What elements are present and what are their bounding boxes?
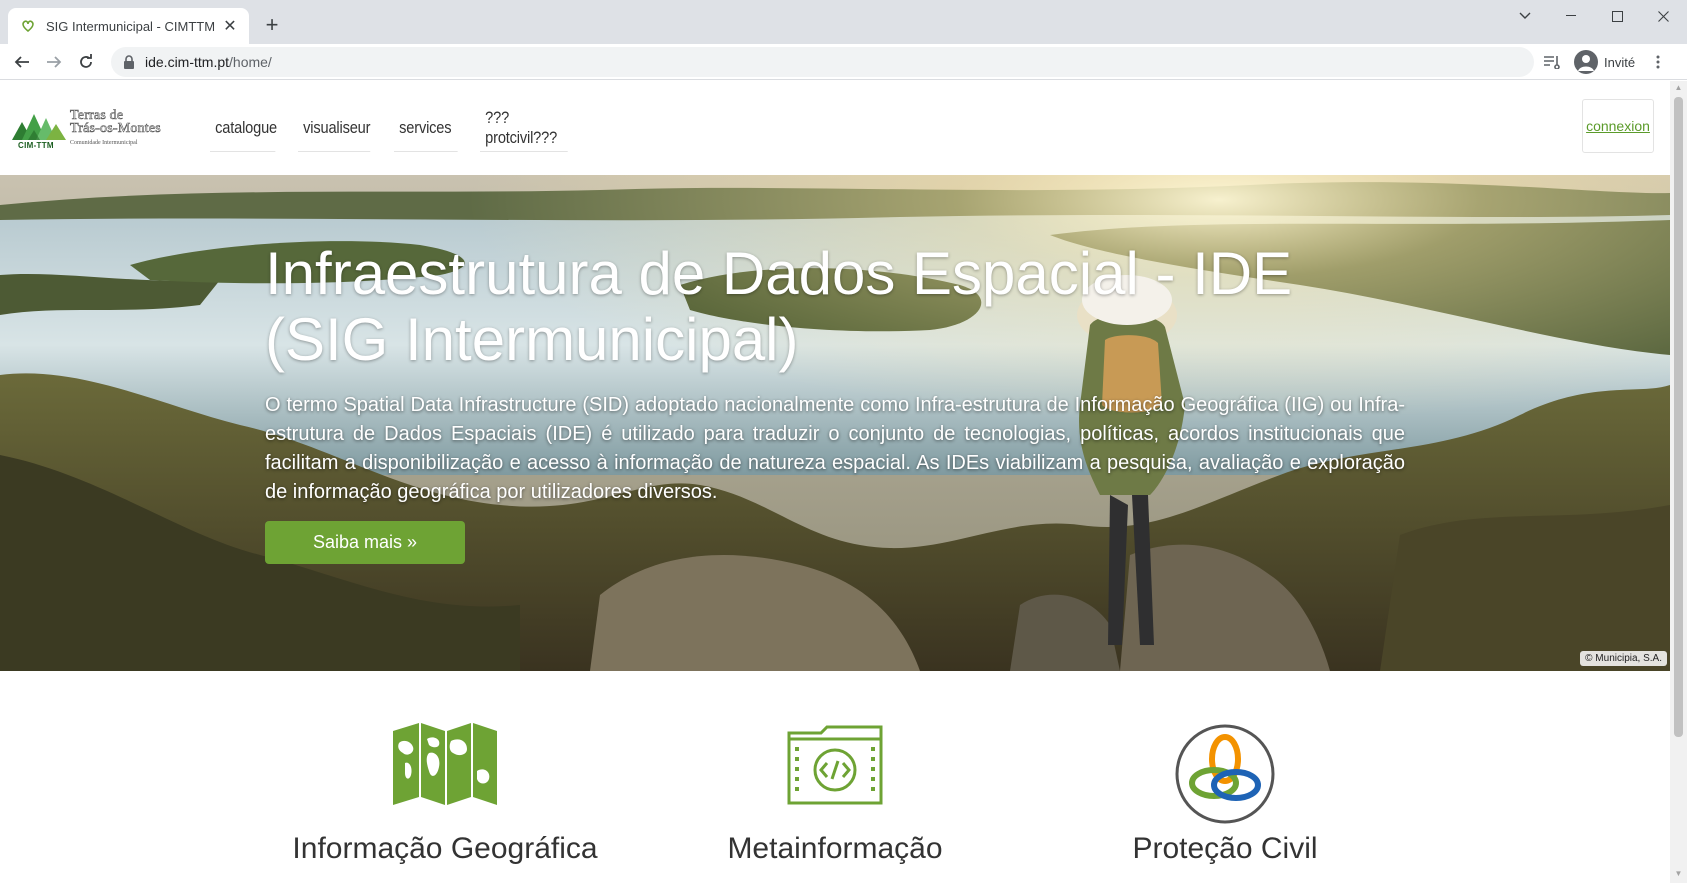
hero-description: O termo Spatial Data Infrastructure (SID… (265, 394, 1405, 503)
tab-close-icon[interactable]: ✕ (221, 16, 239, 36)
new-tab-icon[interactable]: + (258, 12, 286, 40)
world-map-icon (393, 723, 497, 805)
close-window-icon[interactable] (1640, 0, 1686, 32)
page-viewport: CIM-TTM Terras de Trás-os-Montes Comunid… (0, 81, 1670, 883)
browser-toolbar: ide.cim-ttm.pt/home/ Invité (0, 44, 1687, 80)
tab-title: SIG Intermunicipal - CIMTTM (46, 18, 216, 34)
url-host: ide.cim-ttm.pt (145, 54, 230, 70)
page-scrollbar[interactable]: ▲ ▼ (1670, 81, 1687, 883)
code-folder-icon (787, 725, 883, 805)
hero-title-line2: (SIG Intermunicipal) (265, 306, 799, 373)
interlocking-rings-icon (1175, 724, 1275, 824)
profile-button[interactable]: Invité (1574, 48, 1635, 76)
main-nav: catalogue visualiseur services ???protci… (210, 105, 594, 152)
profile-label: Invité (1604, 54, 1636, 70)
feature-title: Proteção Civil (1132, 832, 1318, 865)
learn-more-button[interactable]: Saiba mais » (265, 521, 465, 564)
nav-visualiseur[interactable]: visualiseur (298, 105, 371, 152)
lock-icon (124, 55, 134, 69)
scroll-up-icon[interactable]: ▲ (1674, 83, 1683, 93)
feature-title: Metainformação (727, 832, 943, 865)
image-copyright: © Municipia, S.A. (1580, 651, 1667, 666)
feature-title: Informação Geográfica (292, 832, 598, 865)
site-favicon-icon (22, 20, 34, 33)
hero-title-line1: Infraestrutura de Dados Espacial - IDE (265, 240, 1293, 307)
feature-row: Informação Geográfica Metainformação Pro… (0, 671, 1670, 883)
forward-arrow-icon[interactable] (40, 48, 68, 76)
nav-catalogue[interactable]: catalogue (210, 105, 277, 152)
logo-line3: Comunidade Intermunicipal (70, 140, 138, 146)
url-path: /home/ (229, 54, 272, 70)
reload-icon[interactable] (72, 48, 100, 76)
minimize-icon[interactable] (1548, 0, 1594, 32)
maximize-icon[interactable] (1594, 0, 1640, 32)
browser-tab[interactable]: SIG Intermunicipal - CIMTTM ✕ (8, 8, 249, 44)
tab-search-icon[interactable] (1502, 0, 1548, 32)
back-arrow-icon[interactable] (8, 48, 36, 76)
site-logo[interactable]: CIM-TTM Terras de Trás-os-Montes Comunid… (12, 100, 177, 152)
hero-content: Infraestrutura de Dados Espacial - IDE (… (265, 241, 1405, 564)
nav-protcivil[interactable]: ???protcivil??? (480, 105, 568, 152)
login-link[interactable]: connexion (1582, 99, 1654, 153)
scroll-down-icon[interactable]: ▼ (1674, 869, 1683, 879)
avatar (1574, 50, 1598, 74)
logo-abbreviation: CIM-TTM (18, 141, 54, 150)
menu-dots-icon[interactable] (1656, 48, 1660, 76)
hero-title: Infraestrutura de Dados Espacial - IDE (… (265, 241, 1405, 373)
hero-banner: Infraestrutura de Dados Espacial - IDE (… (0, 175, 1670, 671)
logo-text: Terras de Trás-os-Montes Comunidade Inte… (70, 108, 161, 150)
reading-list-icon[interactable] (1543, 48, 1561, 76)
browser-titlebar: SIG Intermunicipal - CIMTTM ✕ + (0, 0, 1687, 44)
site-header: CIM-TTM Terras de Trás-os-Montes Comunid… (0, 81, 1670, 175)
nav-services[interactable]: services (394, 105, 458, 152)
address-bar[interactable]: ide.cim-ttm.pt/home/ (111, 47, 1534, 77)
scrollbar-thumb[interactable] (1674, 97, 1683, 737)
logo-line2: Trás-os-Montes (70, 121, 161, 136)
